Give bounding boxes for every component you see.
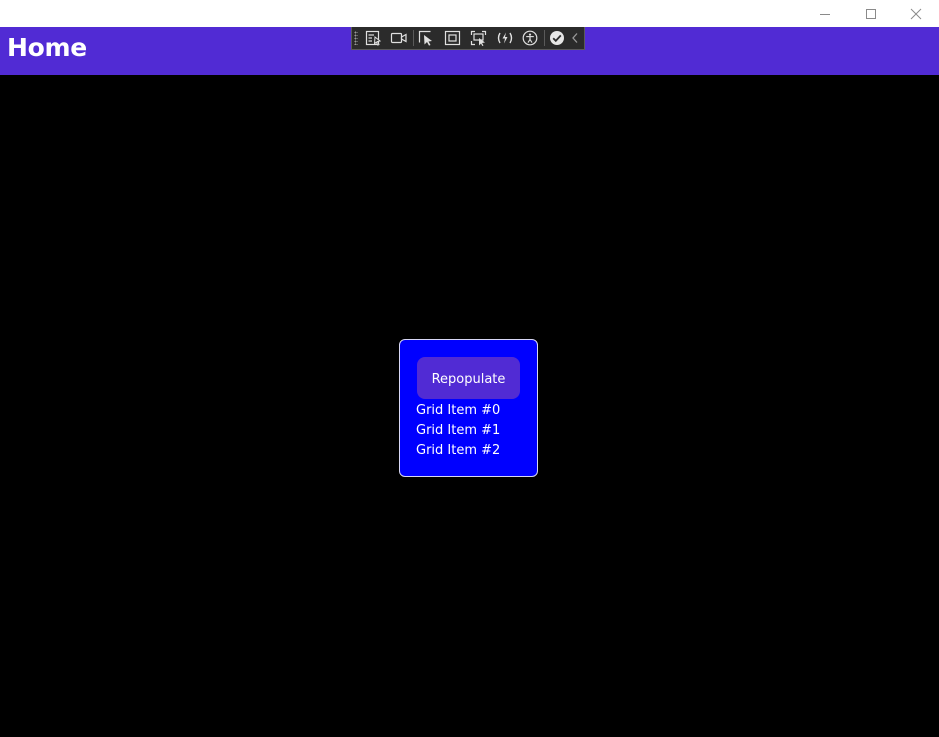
- accessibility-checker-button[interactable]: [518, 27, 542, 49]
- select-element-button[interactable]: [415, 27, 439, 49]
- display-layout-adorners-button[interactable]: [441, 27, 465, 49]
- repopulate-button[interactable]: Repopulate: [417, 357, 520, 399]
- show-in-app-toolbar-video-icon: [390, 32, 407, 44]
- content-card: Repopulate Grid Item #0 Grid Item #1 Gri…: [399, 339, 538, 477]
- toolbar-grip-handle[interactable]: [354, 31, 358, 45]
- collapse-toolbar-button[interactable]: [566, 27, 584, 49]
- hot-reload-icon: [497, 32, 513, 44]
- grid-item-list: Grid Item #0 Grid Item #1 Grid Item #2: [416, 401, 500, 461]
- collapse-toolbar-chevron-icon: [572, 33, 578, 43]
- grid-item: Grid Item #1: [416, 423, 501, 438]
- minimize-button[interactable]: [802, 0, 848, 27]
- show-in-app-toolbar-video-button[interactable]: [387, 27, 411, 49]
- accessibility-checker-icon: [522, 30, 538, 46]
- grid-item: Grid Item #0: [416, 403, 501, 418]
- go-to-live-visual-tree-icon: [365, 30, 382, 46]
- minimize-icon: [820, 13, 830, 15]
- select-element-icon: [418, 30, 432, 46]
- track-focused-element-button[interactable]: [467, 27, 491, 49]
- maximize-button[interactable]: [848, 0, 894, 27]
- display-layout-adorners-icon: [444, 30, 461, 46]
- grid-item: Grid Item #2: [416, 443, 501, 458]
- track-focused-element-icon: [470, 30, 487, 46]
- window-title-bar: [0, 0, 939, 27]
- close-button[interactable]: [893, 0, 939, 27]
- go-to-live-visual-tree-button[interactable]: [362, 27, 386, 49]
- hot-reload-button[interactable]: [493, 27, 517, 49]
- debug-toolbar: [351, 27, 585, 50]
- maximize-icon: [866, 8, 876, 19]
- close-icon: [910, 8, 922, 19]
- binding-failures-check-icon: [550, 31, 564, 45]
- page-title: Home: [7, 33, 87, 62]
- toolbar-separator: [413, 30, 414, 46]
